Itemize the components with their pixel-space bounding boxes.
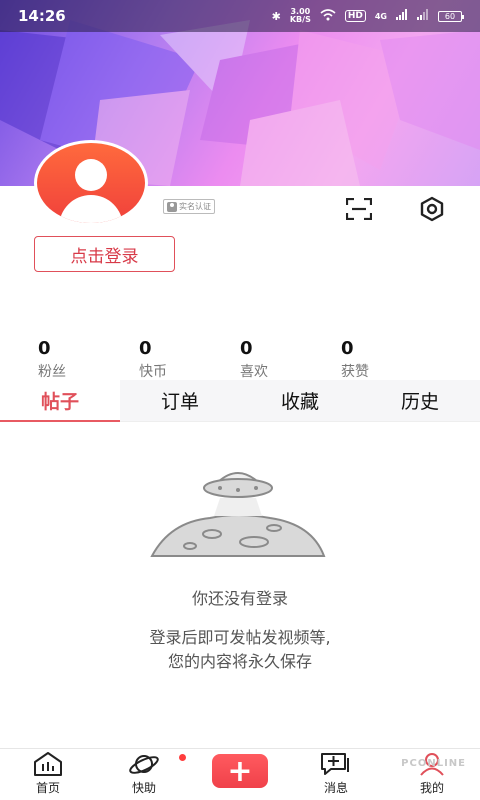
hd-badge: HD — [344, 10, 366, 22]
nav-label: 消息 — [323, 781, 348, 795]
status-bar: 14:26 ✱ 3.00 KB/S HD 4G 60 — [0, 0, 480, 32]
signal-icon-2 — [417, 9, 429, 23]
login-button[interactable]: 点击登录 — [34, 236, 175, 272]
bluetooth-icon: ✱ — [271, 9, 281, 23]
stat-label: 喜欢 — [240, 364, 268, 380]
net-speed-unit: KB/S — [289, 15, 311, 24]
nav-profile[interactable]: 我的 — [384, 749, 480, 800]
content-tabs: 帖子 订单 收藏 历史 — [0, 380, 480, 422]
nav-home[interactable]: 首页 — [0, 749, 96, 800]
stat-value: 0 — [240, 338, 253, 359]
stat-value: 0 — [341, 338, 354, 359]
nav-messages[interactable]: 消息 — [288, 749, 384, 800]
realname-badge[interactable]: 实名认证 — [163, 199, 215, 214]
signal-label: 4G — [374, 11, 387, 21]
wifi-icon — [320, 8, 336, 24]
empty-desc-line1: 登录后即可发帖发视频等, — [149, 628, 331, 647]
stat-value: 0 — [38, 338, 51, 359]
stats-row: 0 粉丝 0 快币 0 喜欢 0 获赞 — [38, 338, 458, 381]
tab-posts[interactable]: 帖子 — [0, 380, 120, 422]
stat-received-likes[interactable]: 0 获赞 — [341, 338, 442, 381]
nav-label: 我的 — [419, 781, 444, 795]
avatar-placeholder-icon — [37, 143, 145, 223]
watermark: PCONLINE — [401, 758, 466, 769]
net-speed: 3.00 KB/S — [290, 8, 311, 24]
nav-label: 首页 — [35, 781, 60, 795]
nav-publish[interactable]: + — [192, 749, 288, 800]
stat-value: 0 — [139, 338, 152, 359]
avatar[interactable] — [34, 140, 148, 226]
realname-label: 实名认证 — [179, 202, 211, 211]
status-time: 14:26 — [18, 7, 66, 25]
stat-label: 获赞 — [341, 364, 369, 380]
bottom-navigation: 首页 快助 + 消息 我的 — [0, 748, 480, 800]
nav-label: 快助 — [131, 781, 156, 795]
battery-icon: 60 — [438, 10, 464, 22]
plus-icon[interactable]: + — [212, 754, 268, 789]
signal-icon — [396, 9, 408, 23]
ufo-planet-icon — [150, 472, 326, 557]
stat-fans[interactable]: 0 粉丝 — [38, 338, 139, 381]
stat-label: 快币 — [139, 364, 167, 380]
nav-kuaizhu[interactable]: 快助 — [96, 749, 192, 800]
empty-state-title: 你还没有登录 — [191, 589, 288, 608]
empty-state-description: 登录后即可发帖发视频等, 您的内容将永久保存 — [0, 626, 480, 674]
stat-coins[interactable]: 0 快币 — [139, 338, 240, 381]
notification-dot — [179, 754, 186, 761]
tab-favorites[interactable]: 收藏 — [240, 380, 360, 421]
message-icon — [321, 753, 349, 775]
planet-icon — [129, 755, 159, 774]
empty-desc-line2: 您的内容将永久保存 — [167, 652, 312, 671]
settings-icon[interactable] — [418, 196, 446, 222]
tab-orders[interactable]: 订单 — [120, 380, 240, 421]
status-icons: ✱ 3.00 KB/S HD 4G 60 — [271, 8, 464, 24]
stat-label: 粉丝 — [38, 364, 66, 380]
stat-likes[interactable]: 0 喜欢 — [240, 338, 341, 381]
scan-icon[interactable] — [346, 198, 372, 220]
home-icon — [34, 752, 62, 776]
id-card-icon — [167, 201, 177, 212]
tab-history[interactable]: 历史 — [360, 380, 480, 421]
battery-level: 60 — [444, 11, 456, 21]
